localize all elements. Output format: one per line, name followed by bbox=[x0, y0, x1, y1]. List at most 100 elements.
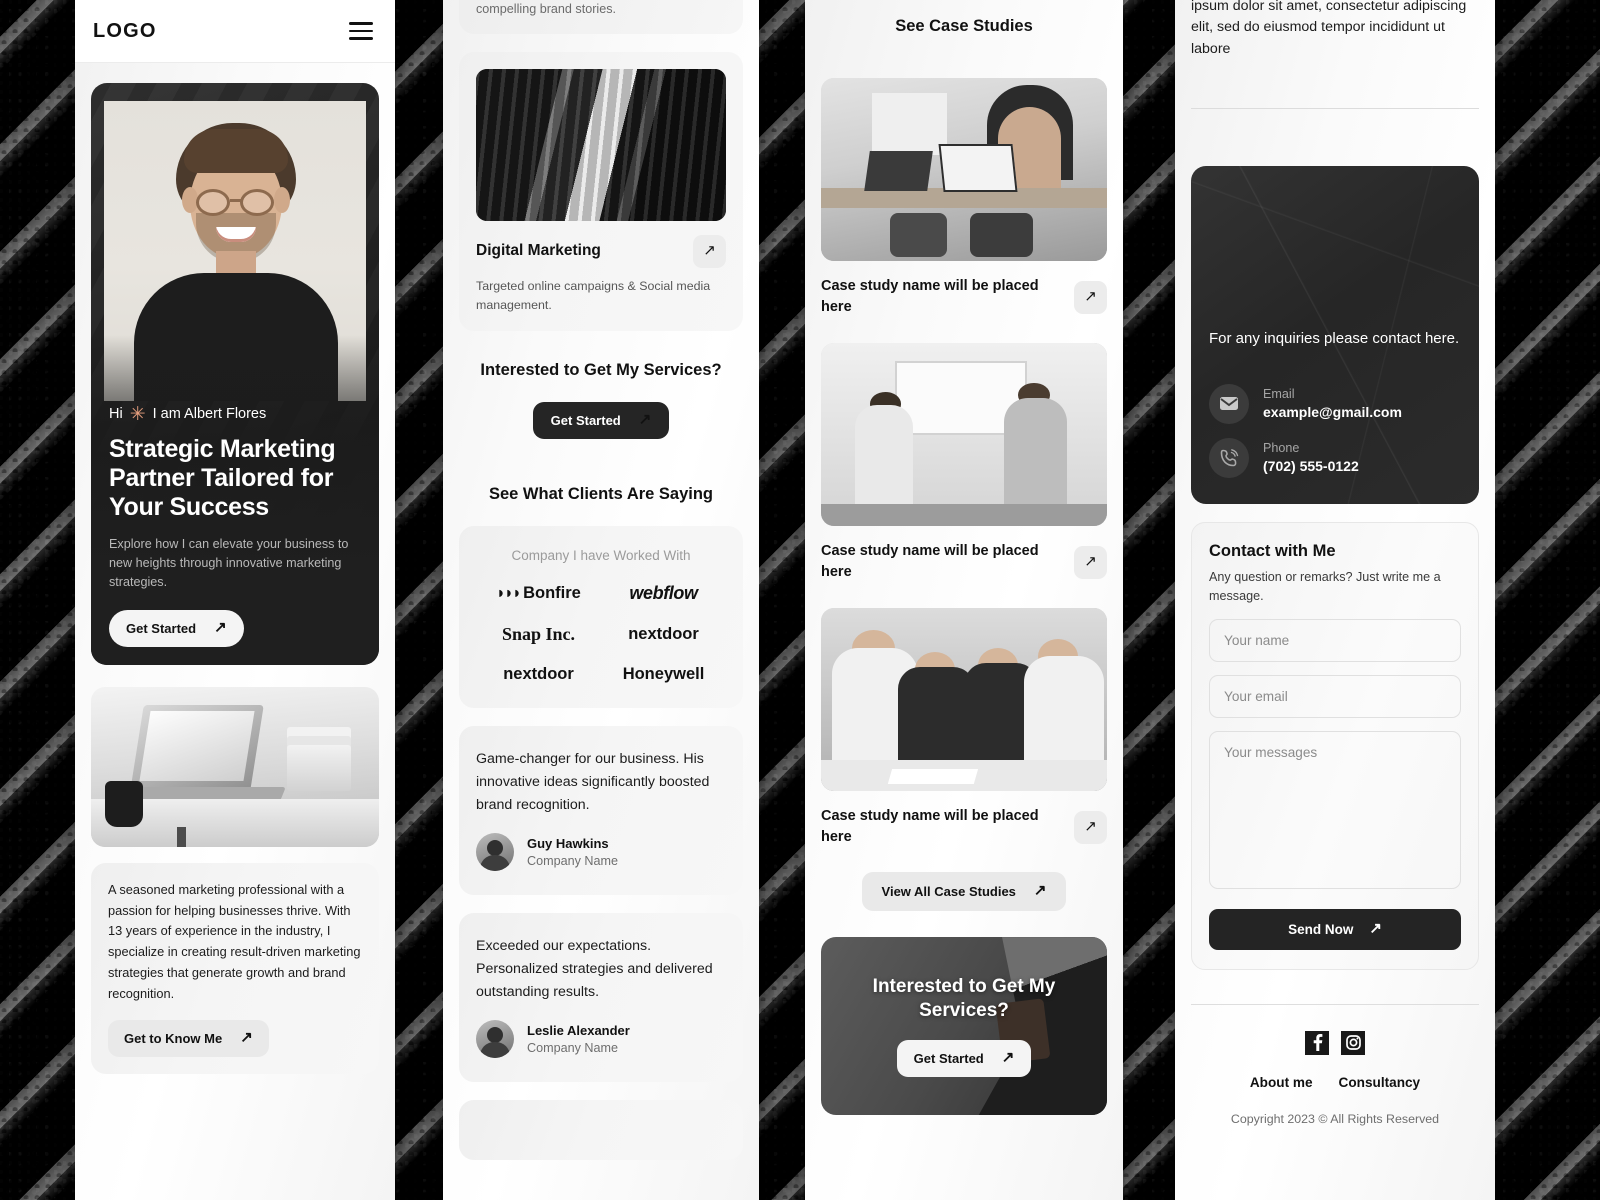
testimonial-company: Company Name bbox=[527, 1041, 618, 1056]
case-study-name: Case study name will be placed here bbox=[821, 278, 1039, 316]
case-study-image bbox=[821, 343, 1107, 527]
case-study-row[interactable]: Case study name will be placed here ↗ bbox=[821, 541, 1107, 583]
message-field[interactable] bbox=[1209, 730, 1461, 889]
column-case-studies: See Case Studies Case study name will be… bbox=[805, 0, 1123, 1200]
client-logo-snap: Snap Inc. bbox=[501, 624, 576, 645]
arrow-up-right-icon: ↗ bbox=[1369, 919, 1382, 937]
view-all-label: View All Case Studies bbox=[881, 884, 1016, 900]
contact-email-row[interactable]: Email example@gmail.com bbox=[1209, 383, 1461, 424]
testimonial-quote: Exceeded our expectations. Personalized … bbox=[476, 938, 713, 1000]
service-title: Digital Marketing bbox=[476, 242, 601, 260]
service-description: Targeted online campaigns & Social media… bbox=[476, 278, 711, 312]
testimonial-card: Exceeded our expectations. Personalized … bbox=[459, 913, 743, 1083]
column-services: compelling brand stories. Digital Market… bbox=[443, 0, 759, 1200]
case-study-row[interactable]: Case study name will be placed here ↗ bbox=[821, 806, 1107, 848]
avatar bbox=[476, 833, 514, 872]
contact-lead-text: For any inquiries please contact here. bbox=[1209, 330, 1460, 348]
service-open-button[interactable]: ↗ bbox=[693, 234, 726, 268]
case-study-open-button[interactable]: ↗ bbox=[1074, 810, 1107, 844]
view-all-wrap: View All Case Studies ↗ bbox=[805, 872, 1123, 912]
client-logo-nextdoor-1: nextdoor bbox=[628, 625, 699, 644]
about-text: A seasoned marketing professional with a… bbox=[108, 882, 361, 1001]
arrow-up-right-icon: ↗ bbox=[1084, 287, 1097, 305]
send-now-button[interactable]: Send Now ↗ bbox=[1209, 908, 1461, 950]
client-logo-bonfire: ◗◗◗ Bonfire bbox=[496, 584, 581, 603]
hero-greeting-prefix: Hi bbox=[109, 406, 123, 423]
testimonial-author: Leslie Alexander bbox=[527, 1023, 630, 1039]
arrow-up-right-icon: ↗ bbox=[638, 411, 652, 429]
cta-heading: Interested to Get My Services? bbox=[872, 976, 1056, 1022]
page-title: Strategic Marketing Partner Tailored for… bbox=[109, 434, 336, 522]
contact-form-card: Contact with Me Any question or remarks?… bbox=[1191, 521, 1479, 970]
column-home: LOGO Hi ✳ I am Albert Flores Strategic M… bbox=[75, 0, 395, 1200]
cta-get-started-button[interactable]: Get Started ↗ bbox=[896, 1039, 1032, 1077]
client-logo-nextdoor-2: nextdoor bbox=[503, 665, 574, 684]
client-logo-honeywell: Honeywell bbox=[622, 665, 705, 684]
footer-socials bbox=[1175, 1030, 1495, 1055]
arrow-up-right-icon: ↗ bbox=[703, 241, 716, 259]
instagram-icon[interactable] bbox=[1341, 1030, 1365, 1055]
case-study-name: Case study name will be placed here bbox=[821, 808, 1039, 846]
contact-email-value: example@gmail.com bbox=[1263, 404, 1402, 421]
case-study-name: Case study name will be placed here bbox=[821, 543, 1039, 581]
about-desk-image bbox=[91, 687, 379, 847]
client-logo-webflow: webflow bbox=[629, 583, 698, 604]
cta-get-started-label: Get Started bbox=[913, 1050, 984, 1066]
footer-links: About me Consultancy bbox=[1175, 1075, 1495, 1090]
contact-form-subtext: Any question or remarks? Just write me a… bbox=[1209, 569, 1441, 603]
intro-lorem-text: ipsum dolor sit amet, consectetur adipis… bbox=[1191, 0, 1467, 57]
client-logos-label: Company I have Worked With bbox=[511, 548, 691, 564]
service-image bbox=[476, 68, 726, 221]
case-study-image bbox=[821, 78, 1107, 261]
contact-phone-value: (702) 555-0122 bbox=[1263, 458, 1359, 475]
arrow-up-right-icon: ↗ bbox=[214, 619, 227, 636]
contact-phone-row[interactable]: Phone (702) 555-0122 bbox=[1209, 437, 1461, 478]
get-to-know-me-button[interactable]: Get to Know Me ↗ bbox=[108, 1020, 269, 1058]
footer-link-about-me[interactable]: About me bbox=[1250, 1075, 1313, 1090]
contact-email-label: Email bbox=[1263, 387, 1295, 402]
facebook-icon[interactable] bbox=[1305, 1030, 1329, 1055]
services-get-started-label: Get Started bbox=[550, 413, 621, 429]
send-now-label: Send Now bbox=[1288, 921, 1354, 937]
case-study-row[interactable]: Case study name will be placed here ↗ bbox=[821, 276, 1107, 318]
case-study-image bbox=[821, 608, 1107, 792]
arrow-up-right-icon: ↗ bbox=[1033, 882, 1047, 900]
case-study-open-button[interactable]: ↗ bbox=[1074, 280, 1107, 314]
site-header: LOGO bbox=[75, 0, 395, 63]
arrow-up-right-icon: ↗ bbox=[1084, 817, 1097, 835]
avatar bbox=[476, 1020, 514, 1059]
name-field[interactable] bbox=[1209, 618, 1461, 662]
column-contact: ipsum dolor sit amet, consectetur adipis… bbox=[1175, 0, 1495, 1200]
hamburger-menu-icon[interactable] bbox=[345, 18, 377, 44]
testimonials-heading: See What Clients Are Saying bbox=[488, 485, 714, 504]
service-card-digital-marketing[interactable]: Digital Marketing ↗ Targeted online camp… bbox=[459, 51, 743, 332]
testimonial-company: Company Name bbox=[527, 854, 618, 869]
service-card-partial: compelling brand stories. bbox=[459, 0, 743, 34]
services-cta-heading: Interested to Get My Services? bbox=[480, 361, 722, 380]
contact-form-heading: Contact with Me bbox=[1209, 541, 1336, 560]
arrow-up-right-icon: ↗ bbox=[1001, 1048, 1015, 1066]
client-logo-grid: ◗◗◗ Bonfire webflow Snap Inc. nextdoor ne… bbox=[476, 583, 726, 684]
footer-link-consultancy[interactable]: Consultancy bbox=[1339, 1075, 1421, 1090]
testimonial-quote: Game-changer for our business. His innov… bbox=[476, 751, 710, 813]
case-studies-heading: See Case Studies bbox=[895, 17, 1033, 35]
case-study-open-button[interactable]: ↗ bbox=[1074, 545, 1107, 579]
hero-card: Hi ✳ I am Albert Flores Strategic Market… bbox=[91, 83, 379, 665]
hero-get-started-button[interactable]: Get Started ↗ bbox=[109, 610, 244, 647]
get-to-know-me-label: Get to Know Me bbox=[124, 1031, 223, 1047]
site-logo[interactable]: LOGO bbox=[93, 20, 157, 43]
envelope-icon bbox=[1209, 383, 1249, 424]
contact-phone-label: Phone bbox=[1263, 441, 1300, 456]
about-card: A seasoned marketing professional with a… bbox=[91, 863, 379, 1075]
case-studies-cta-card: Interested to Get My Services? Get Start… bbox=[821, 937, 1107, 1116]
hero-copy: Hi ✳ I am Albert Flores Strategic Market… bbox=[109, 405, 361, 647]
email-field[interactable] bbox=[1209, 674, 1461, 718]
footer-divider bbox=[1191, 1003, 1479, 1005]
services-get-started-button[interactable]: Get Started ↗ bbox=[532, 402, 670, 440]
phone-icon bbox=[1209, 437, 1249, 478]
contact-info-card: For any inquiries please contact here. E… bbox=[1191, 165, 1479, 504]
view-all-case-studies-button[interactable]: View All Case Studies ↗ bbox=[861, 872, 1067, 912]
services-cta-block: Interested to Get My Services? Get Start… bbox=[443, 361, 759, 440]
testimonial-card: Game-changer for our business. His innov… bbox=[459, 726, 743, 896]
divider bbox=[1191, 107, 1479, 109]
